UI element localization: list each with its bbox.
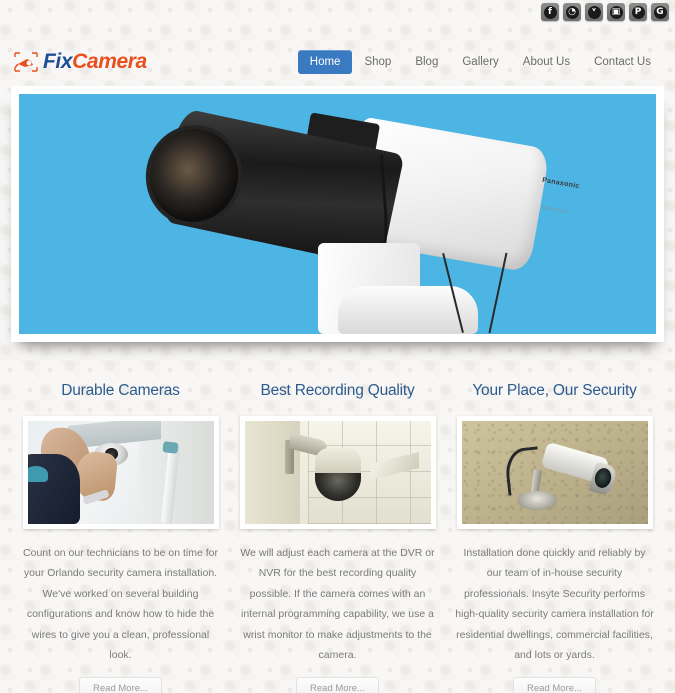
- social-link-google-plus[interactable]: G: [651, 3, 669, 21]
- hero-slider-frame[interactable]: Panasonic WV-CP314: [11, 86, 664, 342]
- feature-title: Best Recording Quality: [260, 382, 415, 399]
- hero-camera-model-label: WV-CP314: [541, 204, 568, 214]
- feature-image-frame[interactable]: [22, 416, 219, 529]
- logo-word-camera: Camera: [72, 50, 147, 73]
- flickr-icon: ▣: [609, 5, 623, 19]
- feature-description: Count on our technicians to be on time f…: [23, 547, 218, 662]
- social-link-rss[interactable]: ◔: [563, 3, 581, 21]
- camera-logo-icon: [14, 52, 38, 72]
- nav-item-about-us[interactable]: About Us: [511, 50, 582, 74]
- nav-item-blog[interactable]: Blog: [403, 50, 450, 74]
- read-more-button[interactable]: Read More...: [513, 676, 596, 693]
- rss-icon: ◔: [565, 5, 579, 19]
- feature-description: We will adjust each camera at the DVR or…: [240, 547, 435, 662]
- feature-title: Your Place, Our Security: [472, 382, 637, 399]
- feature-image-technician-installing-camera: [27, 421, 214, 524]
- feature-column-best-recording-quality: Best Recording Quality We will adjust ea…: [235, 382, 440, 693]
- read-more-button[interactable]: Read More...: [296, 676, 379, 693]
- hero-camera-brand-label: Panasonic: [541, 177, 580, 191]
- feature-image-ceiling-dome-camera: [244, 421, 431, 524]
- social-link-pinterest[interactable]: P: [629, 3, 647, 21]
- feature-column-your-place-our-security: Your Place, Our Security Installation do…: [452, 382, 657, 693]
- feature-column-durable-cameras: Durable Cameras Count on our technicians…: [18, 382, 223, 693]
- social-link-twitter[interactable]: ᵛ: [585, 3, 603, 21]
- logo-word-fix: Fix: [43, 50, 73, 73]
- site-logo[interactable]: FixCamera: [14, 50, 147, 74]
- social-link-flickr[interactable]: ▣: [607, 3, 625, 21]
- feature-image-outdoor-bullet-camera: [461, 421, 648, 524]
- feature-image-frame[interactable]: [456, 416, 653, 529]
- page-root: f ◔ ᵛ ▣ P G FixCamera Home Shop Blog Gal…: [0, 0, 675, 693]
- hero-image-security-camera: Panasonic WV-CP314: [19, 94, 656, 334]
- nav-item-gallery[interactable]: Gallery: [450, 50, 510, 74]
- nav-item-contact-us[interactable]: Contact Us: [582, 50, 663, 74]
- twitter-icon: ᵛ: [587, 5, 601, 19]
- read-more-button[interactable]: Read More...: [79, 676, 162, 693]
- google-plus-icon: G: [653, 5, 667, 19]
- facebook-icon: f: [543, 5, 557, 19]
- main-navigation: Home Shop Blog Gallery About Us Contact …: [297, 50, 663, 74]
- social-link-facebook[interactable]: f: [541, 3, 559, 21]
- feature-description: Installation done quickly and reliably b…: [455, 547, 654, 662]
- feature-columns: Durable Cameras Count on our technicians…: [0, 382, 675, 693]
- feature-image-frame[interactable]: [239, 416, 436, 529]
- social-links-bar: f ◔ ᵛ ▣ P G: [541, 3, 669, 21]
- site-header: FixCamera Home Shop Blog Gallery About U…: [0, 42, 675, 82]
- pinterest-icon: P: [631, 5, 645, 19]
- site-logo-text: FixCamera: [43, 50, 147, 74]
- feature-title: Durable Cameras: [61, 382, 180, 399]
- nav-item-shop[interactable]: Shop: [352, 50, 403, 74]
- nav-item-home[interactable]: Home: [297, 50, 353, 74]
